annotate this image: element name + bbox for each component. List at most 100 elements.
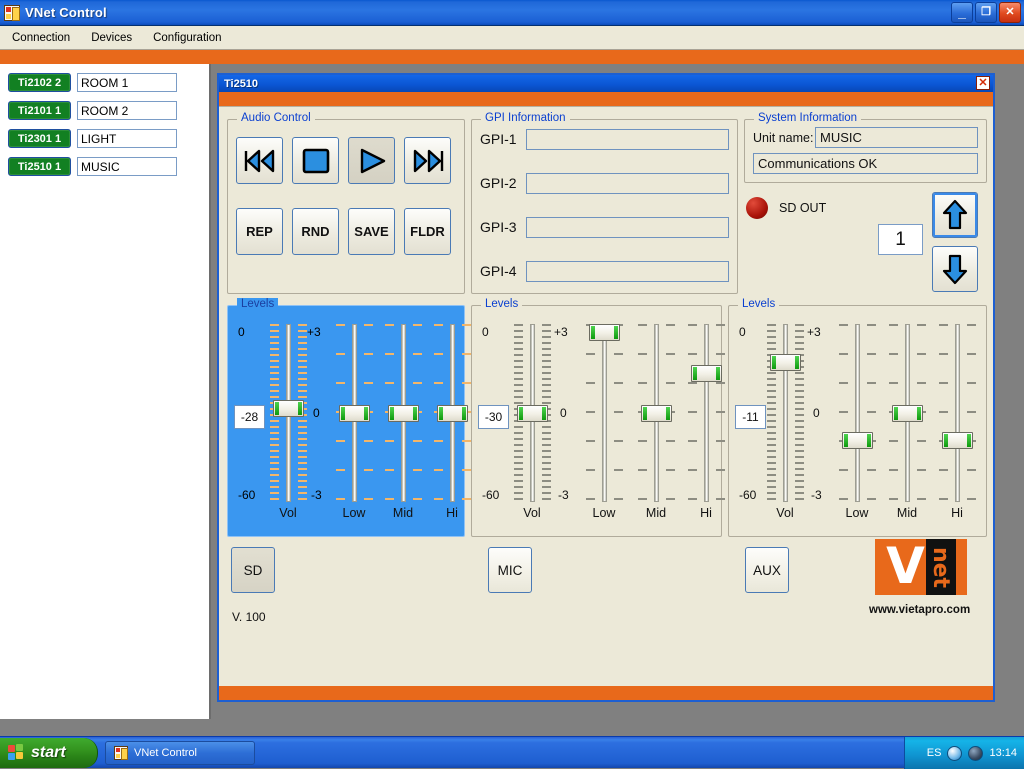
eq-scale-bottom-0: -3 [311, 488, 322, 502]
slider-vol-1[interactable] [510, 324, 554, 502]
slider-label-mid-0: Mid [381, 506, 425, 520]
random-button[interactable]: RND [292, 208, 339, 255]
slider-label-hi-2: Hi [935, 506, 979, 520]
slider-vol-2[interactable] [763, 324, 807, 502]
source-button-sd[interactable]: SD [231, 547, 275, 593]
arrow-down-icon [942, 253, 968, 285]
vol-scale-bottom-1: -60 [482, 488, 499, 502]
slider-low-1[interactable] [582, 324, 626, 502]
slider-thumb[interactable] [388, 405, 419, 422]
start-button[interactable]: start [0, 738, 98, 768]
stop-button[interactable] [292, 137, 339, 184]
levels-legend-1: Levels [481, 298, 522, 310]
tray-language-indicator[interactable]: ES [927, 747, 942, 759]
repeat-button[interactable]: REP [236, 208, 283, 255]
device-list-panel: Ti2102 2 ROOM 1 Ti2101 1 ROOM 2 Ti2301 1… [0, 64, 211, 719]
system-tray: ES 13:14 [904, 737, 1024, 769]
child-close-icon[interactable]: ✕ [976, 76, 990, 90]
slider-hi-2[interactable] [935, 324, 979, 502]
slider-thumb[interactable] [770, 354, 801, 371]
slider-thumb[interactable] [339, 405, 370, 422]
eq-scale-bottom-2: -3 [811, 488, 822, 502]
close-icon: ✕ [1000, 3, 1020, 22]
restore-icon: ❐ [976, 3, 996, 22]
eq-scale-bottom-1: -3 [558, 488, 569, 502]
logo-net-block: net [926, 539, 956, 595]
source-button-mic[interactable]: MIC [488, 547, 532, 593]
tray-volume-icon[interactable] [968, 746, 983, 761]
slider-thumb[interactable] [942, 432, 973, 449]
slider-hi-0[interactable] [430, 324, 474, 502]
slider-low-2[interactable] [835, 324, 879, 502]
slider-thumb[interactable] [437, 405, 468, 422]
slider-mid-1[interactable] [634, 324, 678, 502]
slider-thumb[interactable] [641, 405, 672, 422]
taskbar-item-vnet-control[interactable]: VNet Control [105, 741, 255, 765]
device-button-ti2301[interactable]: Ti2301 1 [8, 129, 71, 148]
slider-thumb[interactable] [273, 400, 304, 417]
device-button-ti2510[interactable]: Ti2510 1 [8, 157, 71, 176]
device-name-field-3[interactable]: MUSIC [77, 157, 177, 176]
slider-hi-1[interactable] [684, 324, 728, 502]
restore-button[interactable]: ❐ [975, 2, 997, 23]
eq-scale-mid-2: 0 [813, 406, 820, 420]
orange-accent-strip [0, 50, 1024, 64]
save-button[interactable]: SAVE [348, 208, 395, 255]
slider-thumb[interactable] [589, 324, 620, 341]
track-number-field[interactable]: 1 [878, 224, 923, 255]
device-name-field-1[interactable]: ROOM 2 [77, 101, 177, 120]
device-button-ti2102[interactable]: Ti2102 2 [8, 73, 71, 92]
source-button-aux[interactable]: AUX [745, 547, 789, 593]
gpi-2-field[interactable] [526, 173, 729, 194]
gpi-4-field[interactable] [526, 261, 729, 282]
window-controls: _ ❐ ✕ [951, 2, 1021, 23]
sd-out-label: SD OUT [779, 201, 826, 215]
slider-thumb[interactable] [691, 365, 722, 382]
next-track-button[interactable] [404, 137, 451, 184]
menu-item-connection[interactable]: Connection [3, 29, 79, 47]
device-name-field-2[interactable]: LIGHT [77, 129, 177, 148]
vol-scale-top-2: 0 [739, 325, 746, 339]
stop-icon [301, 147, 331, 175]
tray-network-icon[interactable] [947, 746, 962, 761]
slider-label-low-2: Low [835, 506, 879, 520]
slider-ticks [688, 324, 697, 502]
company-url: www.vietapro.com [869, 604, 970, 616]
track-up-button[interactable] [932, 192, 978, 238]
menu-bar: Connection Devices Configuration [0, 26, 1024, 50]
play-icon [357, 147, 387, 175]
vol-value-box-1: -30 [478, 405, 509, 429]
gpi-information-legend: GPI Information [481, 112, 570, 124]
folder-button[interactable]: FLDR [404, 208, 451, 255]
close-button[interactable]: ✕ [999, 2, 1021, 23]
slider-mid-2[interactable] [885, 324, 929, 502]
menu-item-devices[interactable]: Devices [82, 29, 141, 47]
previous-track-button[interactable] [236, 137, 283, 184]
gpi-3-field[interactable] [526, 217, 729, 238]
unit-name-field[interactable]: MUSIC [815, 127, 978, 148]
slider-label-hi-0: Hi [430, 506, 474, 520]
slider-thumb[interactable] [892, 405, 923, 422]
slider-mid-0[interactable] [381, 324, 425, 502]
track-down-button[interactable] [932, 246, 978, 292]
next-icon [411, 148, 445, 174]
gpi-1-field[interactable] [526, 129, 729, 150]
device-name-field-0[interactable]: ROOM 1 [77, 73, 177, 92]
clock[interactable]: 13:14 [989, 747, 1017, 759]
slider-vol-0[interactable] [266, 324, 310, 502]
vol-scale-top-1: 0 [482, 325, 489, 339]
slider-label-mid-1: Mid [634, 506, 678, 520]
play-button[interactable] [348, 137, 395, 184]
device-button-ti2101[interactable]: Ti2101 1 [8, 101, 71, 120]
gpi-3-label: GPI-3 [480, 219, 517, 235]
vol-scale-bottom-2: -60 [739, 488, 756, 502]
slider-label-vol-2: Vol [763, 506, 807, 520]
windows-flag-icon [8, 744, 26, 761]
slider-thumb[interactable] [842, 432, 873, 449]
version-label: V. 100 [232, 610, 266, 624]
minimize-button[interactable]: _ [951, 2, 973, 23]
menu-item-configuration[interactable]: Configuration [144, 29, 230, 47]
slider-thumb[interactable] [517, 405, 548, 422]
vol-scale-bottom-0: -60 [238, 488, 255, 502]
slider-low-0[interactable] [332, 324, 376, 502]
